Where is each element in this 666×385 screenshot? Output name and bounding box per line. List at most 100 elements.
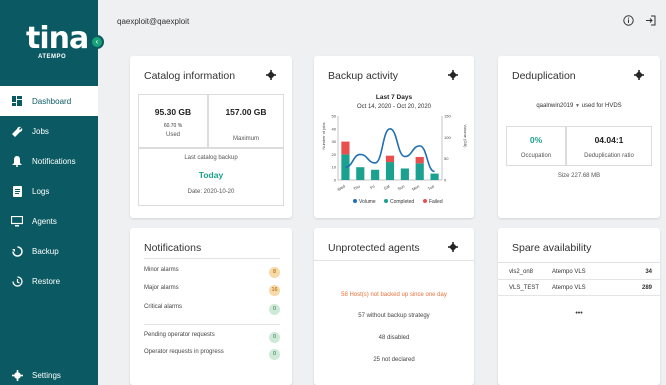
sidebar-item-settings[interactable]: Settings [0,364,98,385]
host-selector[interactable]: qaalnwin2019 ▼ used for HVDS [498,103,660,109]
y-tick-label: 0 [334,178,337,183]
sidebar-item-label: Agents [32,216,57,226]
count-badge: 8 [269,267,280,278]
bar-completed [371,169,380,180]
y-tick-label: 10 [332,165,337,170]
brand-sub: ATEMPO [38,54,67,60]
sidebar-item-logs[interactable]: Logs [0,176,98,206]
backup-icon [10,244,24,258]
backup-activity-card: Backup activity Last 7 Days Oct 14, 2020… [314,56,474,218]
occupation-box: 0% Occupation [506,126,566,166]
last-backup-label: Last catalog backup [184,155,238,161]
top-actions [622,14,656,26]
table-row[interactable]: vls2_on8 Atempo VLS 34 [498,264,660,280]
last-backup-value: Today [198,170,224,180]
ratio-label: Deduplication ratio [584,153,634,159]
deduplication-card: Deduplication qaalnwin2019 ▼ used for HV… [498,56,660,218]
y2-tick-label: 0 [444,178,447,183]
gear-icon[interactable] [634,70,644,80]
sidebar-item-dashboard[interactable]: Dashboard [0,86,98,116]
card-title: Deduplication [512,70,576,82]
divider [498,262,660,263]
notification-label: Pending operator requests [144,332,215,338]
spare-count: 289 [641,285,652,291]
notification-label: Operator requests in progress [144,349,224,355]
sidebar-item-restore[interactable]: Restore [0,266,98,296]
sidebar: tina ATEMPO ‹ Dashboard Jobs Notificatio… [0,0,104,385]
used-label: Used [165,132,180,138]
top-bar: qaexploit@qaexploit [98,0,666,46]
sidebar-item-jobs[interactable]: Jobs [0,116,98,146]
used-box: 95.30 GB 60.70 % Used [138,94,208,148]
unprotected-line[interactable]: 57 without backup strategy [314,313,474,319]
gear-icon [10,368,24,382]
y2-tick-label: 150 [444,114,451,119]
card-title: Spare availability [512,242,592,254]
card-title: Unprotected agents [328,242,420,254]
bar-completed [385,162,395,180]
gear-icon[interactable] [266,70,276,80]
divider [144,258,280,259]
table-row[interactable]: VLS_TEST Atempo VLS 289 [498,280,660,296]
sidebar-item-notifications[interactable]: Notifications [0,146,98,176]
wrench-icon [10,124,24,138]
gear-icon[interactable] [448,70,458,80]
count-badge: 16 [269,285,280,296]
sidebar-item-label: Notifications [32,156,76,166]
sidebar-item-label: Logs [32,186,50,196]
legend-volume: Volume [359,199,376,205]
x-tick-label: Thu [352,184,360,192]
sidebar-item-label: Backup [32,246,59,256]
spare-type: Atempo VLS [552,269,586,275]
notification-row-minor[interactable]: Minor alarms 8 [144,267,280,279]
host-suffix: used for HVDS [581,103,622,109]
sidebar-item-agents[interactable]: Agents [0,206,98,236]
unprotected-line[interactable]: 48 disabled [314,335,474,341]
collapse-sidebar-button[interactable]: ‹ [90,35,104,49]
bar-completed [415,163,424,180]
notification-row-critical[interactable]: Critical alarms 0 [144,304,280,316]
document-icon [10,184,24,198]
sidebar-item-label: Settings [32,370,61,380]
divider [314,260,474,261]
x-tick-label: Tue [427,183,436,191]
card-title: Notifications [144,242,202,254]
y2-tick-label: 50 [444,156,449,161]
sidebar-item-label: Jobs [32,126,49,136]
legend-completed-swatch [384,199,388,203]
user-name: qaexploit@qaexploit [117,17,190,26]
last-backup-date: Date: 2020-10-20 [187,189,235,195]
chevron-down-icon: ▼ [575,103,580,109]
legend-volume-swatch [353,199,357,203]
divider [144,324,280,325]
unprotected-warning[interactable]: 58 Host(s) not backed up since one day [314,292,474,298]
notification-row-in-progress[interactable]: Operator requests in progress 0 [144,349,280,361]
notifications-card: Notifications Minor alarms 8 Major alarm… [130,228,292,385]
logout-icon[interactable] [644,14,656,26]
brand-name: tina [26,21,89,56]
card-title: Catalog information [144,70,236,82]
monitor-icon [10,214,24,228]
bar-completed [356,167,365,180]
dashboard-icon [10,94,24,108]
chart-range: Oct 14, 2020 - Oct 20, 2020 [357,104,432,110]
chart-title: Last 7 Days [376,94,413,101]
legend-failed-swatch [423,199,427,203]
notification-row-major[interactable]: Major alarms 16 [144,285,280,297]
sidebar-item-backup[interactable]: Backup [0,236,98,266]
notification-row-pending[interactable]: Pending operator requests 0 [144,332,280,344]
notification-label: Critical alarms [144,304,183,310]
y-tick-label: 30 [332,139,337,144]
notification-label: Major alarms [144,285,179,291]
ratio-box: 04.04:1 Deduplication ratio [566,126,652,166]
unprotected-line[interactable]: 25 not declared [314,357,474,363]
brand-logo[interactable]: tina ATEMPO [26,22,89,62]
info-icon[interactable] [622,14,634,26]
y2-tick-label: 100 [444,135,451,140]
unprotected-agents-card: Unprotected agents 58 Host(s) not backed… [314,228,474,385]
more-button[interactable]: ••• [498,310,660,317]
gear-icon[interactable] [448,242,458,252]
maximum-label: Maximum [232,136,259,142]
legend-completed: Completed [390,199,414,205]
count-badge: 0 [269,332,280,343]
